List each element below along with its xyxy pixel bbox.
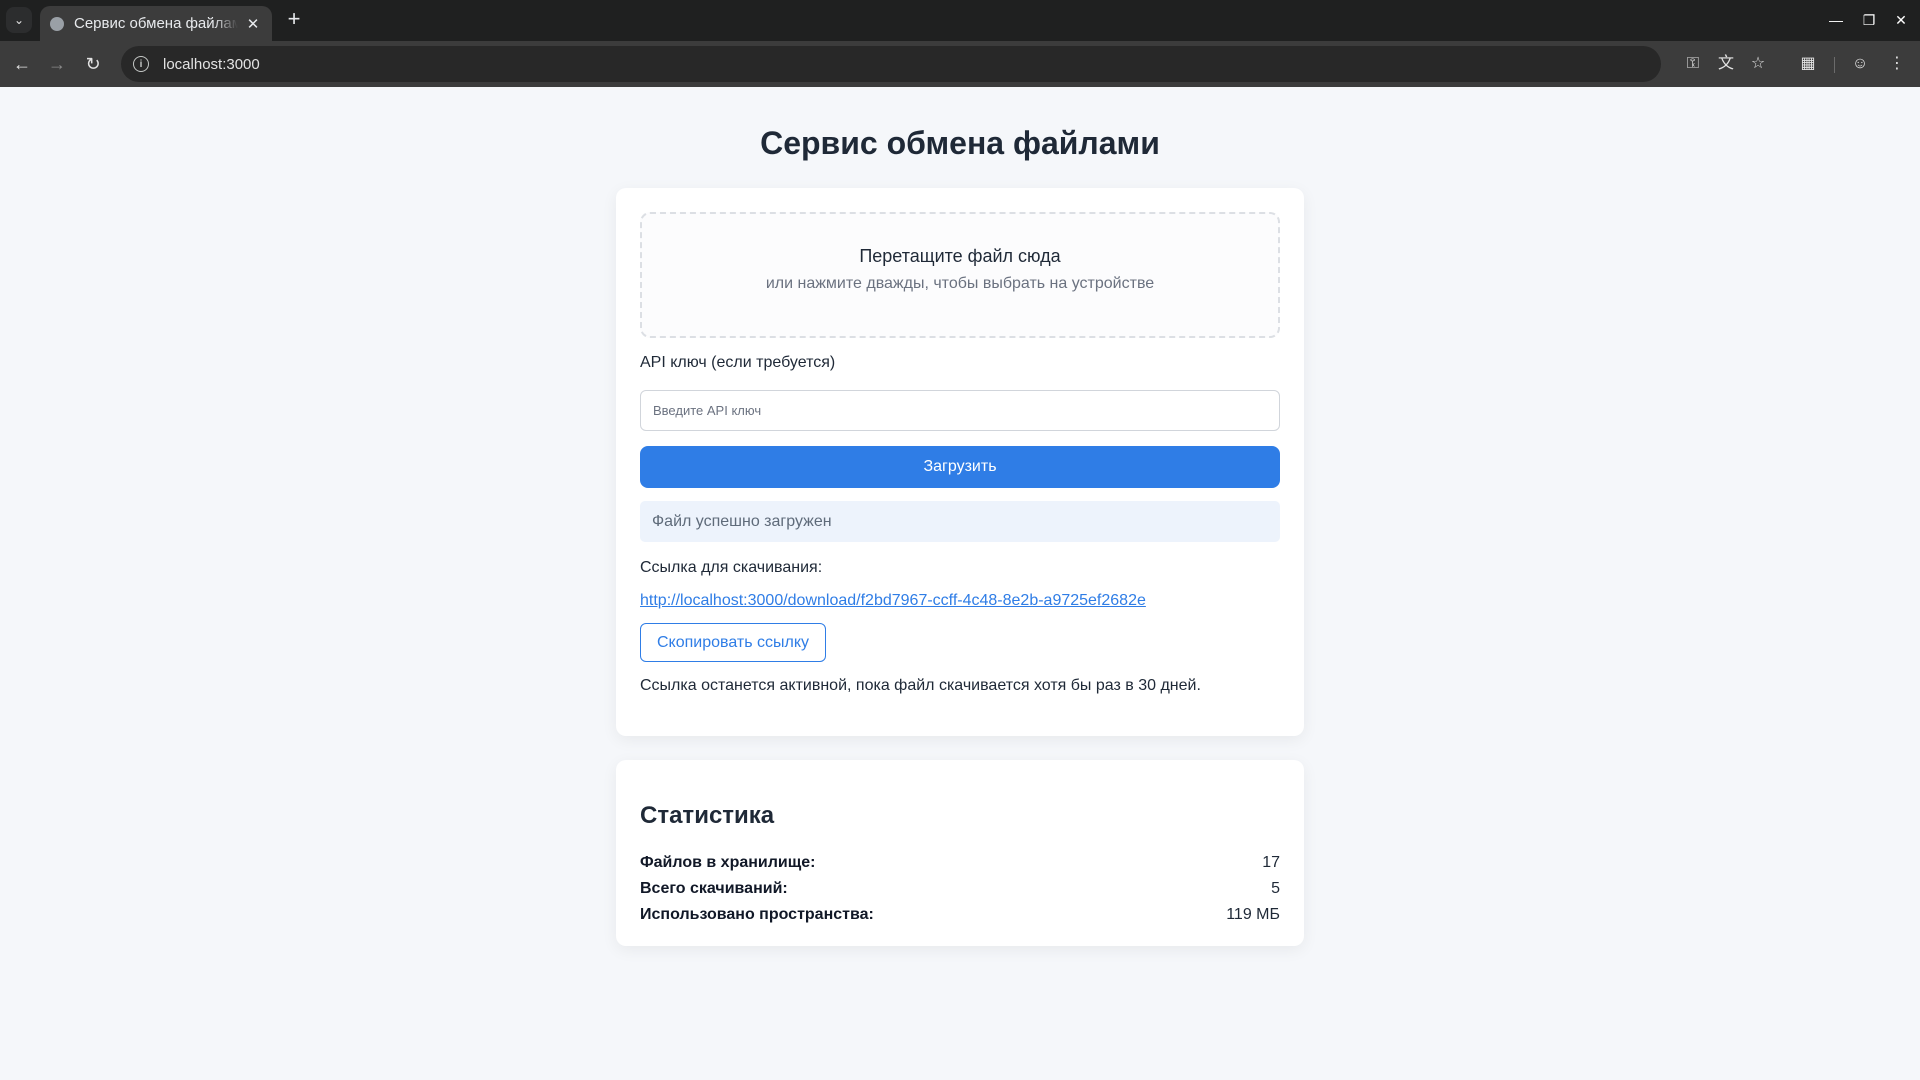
copy-link-button[interactable]: Скопировать ссылку [640, 623, 826, 662]
file-dropzone[interactable]: Перетащите файл сюда или нажмите дважды,… [640, 212, 1280, 338]
browser-tab-bar: ⌄ Сервис обмена файлами ✕ + — ❐ ✕ [0, 0, 1920, 41]
address-url: localhost:3000 [163, 55, 260, 73]
browser-toolbar: ← → ↻ i localhost:3000 ⚿ 文 ☆ ▦ ☺ ⋮ [0, 41, 1920, 87]
new-tab-plus-icon[interactable]: + [281, 7, 307, 33]
stat-row-files: Файлов в хранилище: 17 [640, 854, 1280, 876]
profile-avatar-icon[interactable]: ☺ [1849, 53, 1871, 75]
translate-icon[interactable]: 文 [1715, 53, 1737, 75]
link-expiry-note: Ссылка останется активной, пока файл ска… [640, 677, 1201, 694]
stat-value: 5 [1271, 880, 1280, 897]
stat-value: 119 МБ [1226, 906, 1280, 923]
dropzone-title: Перетащите файл сюда [859, 246, 1061, 266]
api-key-label: API ключ (если требуется) [640, 354, 836, 371]
page-content: Сервис обмена файлами Перетащите файл сю… [0, 87, 1920, 1080]
stat-label: Всего скачиваний: [640, 880, 788, 897]
upload-button[interactable]: Загрузить [640, 446, 1280, 488]
dropzone-subtitle: или нажмите дважды, чтобы выбрать на уст… [765, 275, 1155, 292]
download-link[interactable]: http://localhost:3000/download/f2bd7967-… [640, 592, 1146, 610]
api-key-input[interactable] [640, 390, 1280, 431]
extensions-puzzle-icon[interactable]: ▦ [1797, 53, 1819, 75]
browser-tab[interactable]: Сервис обмена файлами ✕ [40, 6, 272, 41]
back-arrow-icon[interactable]: ← [8, 50, 36, 78]
stats-card: Статистика Файлов в хранилище: 17 Всего … [616, 760, 1304, 946]
address-bar[interactable]: i localhost:3000 [121, 46, 1661, 82]
stat-label: Файлов в хранилище: [640, 854, 816, 871]
tab-close-icon[interactable]: ✕ [244, 15, 262, 33]
status-message: Файл успешно загружен [640, 501, 1280, 542]
stat-value: 17 [1262, 854, 1280, 871]
close-window-icon[interactable]: ✕ [1889, 8, 1913, 32]
password-key-icon[interactable]: ⚿ [1682, 53, 1704, 75]
minimize-icon[interactable]: — [1824, 8, 1848, 32]
tab-search-chevron-icon[interactable]: ⌄ [6, 7, 32, 33]
tab-title: Сервис обмена файлами [74, 15, 238, 32]
toolbar-divider [1834, 57, 1835, 73]
restore-icon[interactable]: ❐ [1857, 8, 1881, 32]
forward-arrow-icon[interactable]: → [43, 50, 71, 78]
browser-menu-icon[interactable]: ⋮ [1886, 53, 1908, 75]
download-link-label: Ссылка для скачивания: [640, 559, 823, 576]
stat-label: Использовано пространства: [640, 906, 874, 923]
site-info-icon[interactable]: i [133, 56, 149, 72]
bookmark-star-icon[interactable]: ☆ [1747, 53, 1769, 75]
stats-title: Статистика [640, 802, 775, 829]
stat-row-storage: Использовано пространства: 119 МБ [640, 906, 1280, 928]
upload-card: Перетащите файл сюда или нажмите дважды,… [616, 188, 1304, 736]
stat-row-downloads: Всего скачиваний: 5 [640, 880, 1280, 902]
globe-icon [50, 16, 64, 31]
reload-icon[interactable]: ↻ [79, 50, 107, 78]
page-title: Сервис обмена файлами [760, 125, 1160, 161]
